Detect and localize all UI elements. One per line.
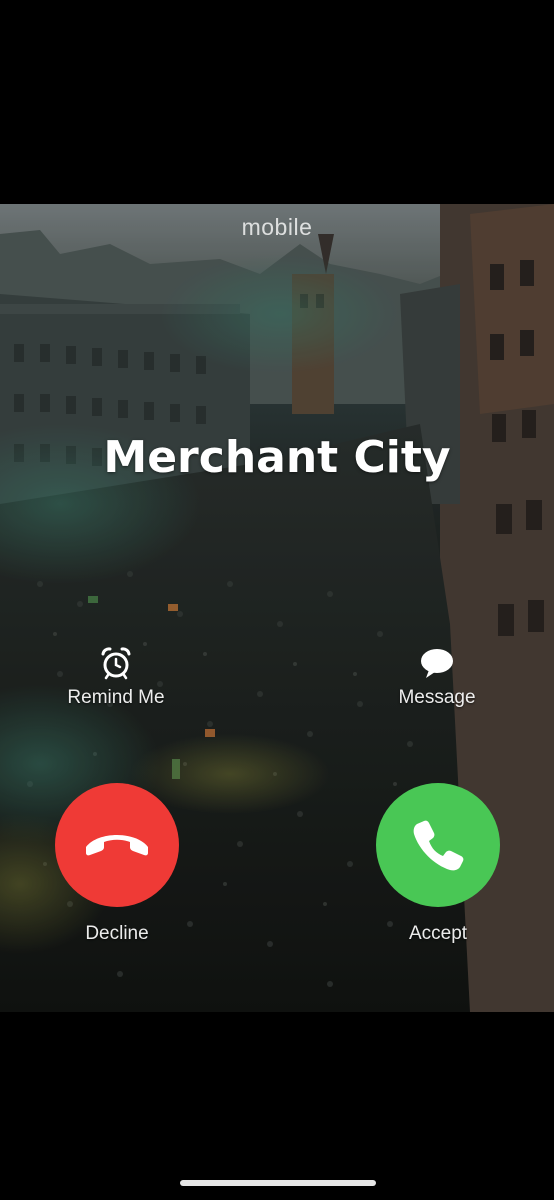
speech-bubble-icon <box>421 649 453 678</box>
phone-icon <box>413 820 464 871</box>
accept-label: Accept <box>408 923 468 944</box>
accept-button[interactable] <box>376 783 500 907</box>
incoming-call-screen: mobile Merchant City Remind Me Message D… <box>0 0 554 1200</box>
message-button[interactable]: Message <box>357 645 517 709</box>
alarm-clock-icon <box>101 647 131 680</box>
phone-hangup-icon <box>86 835 148 856</box>
home-indicator[interactable] <box>180 1180 376 1186</box>
call-line-label: mobile <box>241 214 313 240</box>
remind-me-button[interactable]: Remind Me <box>36 645 196 709</box>
caller-name: Merchant City <box>103 432 451 483</box>
decline-button[interactable] <box>55 783 179 907</box>
message-label: Message <box>398 687 476 708</box>
remind-me-label: Remind Me <box>67 687 165 708</box>
decline-label: Decline <box>85 923 149 944</box>
